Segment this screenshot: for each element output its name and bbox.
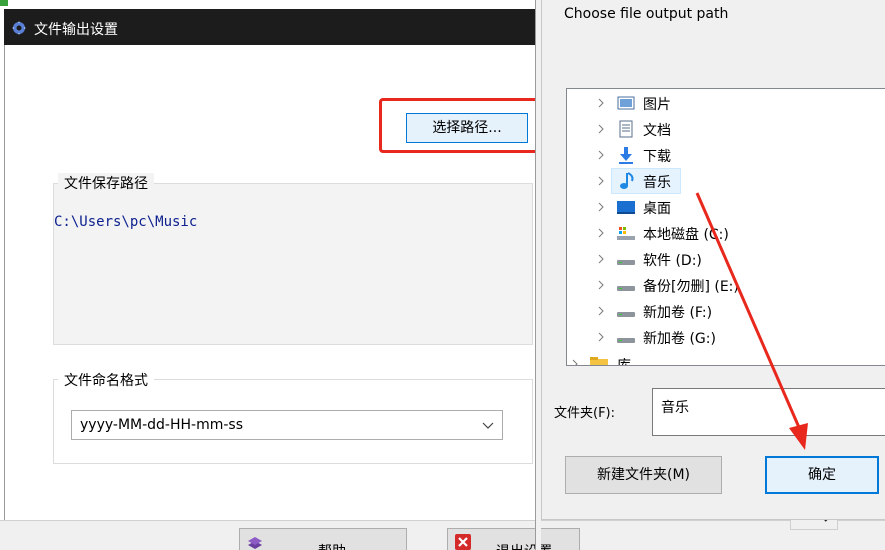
choose-folder-dialog: Choose file output path 图片 文档 下载 音乐 桌面 本…: [541, 0, 885, 520]
tree-item-label: 文档: [643, 123, 671, 139]
tree-item-drive-g[interactable]: 新加卷 (G:): [567, 324, 885, 350]
drive-icon: [617, 338, 635, 343]
chevron-right-icon: [598, 280, 604, 290]
music-icon: [620, 172, 634, 189]
bottom-toolbar: [0, 520, 885, 550]
chevron-right-icon: [598, 176, 604, 186]
chevron-right-icon: [598, 254, 604, 264]
downloads-icon: [619, 147, 633, 164]
help-book-icon: [248, 537, 262, 549]
tree-item-label: 图片: [643, 97, 671, 113]
chevron-down-icon: [482, 422, 494, 429]
folder-name-input[interactable]: 音乐: [652, 388, 885, 436]
chevron-right-icon: [598, 150, 604, 160]
chevron-right-icon: [598, 202, 604, 212]
tree-item-drive-c[interactable]: 本地磁盘 (C:): [567, 220, 885, 246]
drive-icon: [617, 286, 635, 291]
exit-settings-button[interactable]: 退出设置: [447, 528, 580, 550]
tree-item-label: 音乐: [643, 175, 671, 191]
naming-format-value: yyyy-MM-dd-HH-mm-ss: [80, 417, 244, 433]
pictures-icon: [617, 96, 635, 110]
help-button-label: 帮助: [318, 541, 346, 550]
drive-icon: [617, 260, 635, 265]
exit-button-label: 退出设置: [496, 541, 552, 550]
ok-button[interactable]: 确定: [765, 456, 879, 494]
highlight-box: [379, 98, 545, 153]
tree-item-desktop[interactable]: 桌面: [567, 194, 885, 220]
chevron-right-icon: [598, 332, 604, 342]
chevron-right-icon: [598, 228, 604, 238]
tree-item-pictures[interactable]: 图片: [567, 90, 885, 116]
naming-format-dropdown[interactable]: yyyy-MM-dd-HH-mm-ss: [71, 410, 503, 440]
title-bar: 文件输出设置: [4, 9, 542, 45]
window-title: 文件输出设置: [34, 22, 118, 38]
system-drive-icon: [617, 227, 635, 240]
dialog-title: Choose file output path: [564, 6, 729, 22]
chevron-right-icon: [598, 306, 604, 316]
tree-item-label: 下载: [643, 149, 671, 165]
chevron-right-icon: [598, 98, 604, 108]
folder-field-label: 文件夹(F):: [554, 406, 616, 421]
tree-item-label: 本地磁盘 (C:): [643, 227, 729, 243]
settings-gear-icon: [12, 21, 26, 35]
tree-item-music[interactable]: 音乐: [567, 168, 885, 194]
tree-item-downloads[interactable]: 下载: [567, 142, 885, 168]
tree-item-drive-f[interactable]: 新加卷 (F:): [567, 298, 885, 324]
help-button[interactable]: 帮助: [239, 528, 407, 550]
app-taskbar-marker: [0, 0, 8, 6]
desktop-icon: [617, 201, 635, 214]
tree-item-label: 备份[勿删] (E:): [643, 279, 739, 295]
folder-name-value: 音乐: [661, 400, 689, 416]
chevron-right-icon: [598, 124, 604, 134]
save-path-group: [53, 183, 533, 345]
tree-item-drive-d[interactable]: 软件 (D:): [567, 246, 885, 272]
tree-item-library[interactable]: 库: [567, 351, 885, 366]
tree-item-label: 软件 (D:): [643, 253, 702, 269]
tree-item-label: 桌面: [643, 201, 671, 217]
library-icon: [590, 357, 608, 365]
tree-item-label: 新加卷 (G:): [643, 331, 716, 347]
drive-icon: [617, 312, 635, 317]
save-path-group-label: 文件保存路径: [58, 173, 154, 193]
tree-item-label: 库: [617, 358, 631, 366]
tree-item-label: 新加卷 (F:): [643, 305, 713, 321]
documents-icon: [619, 120, 633, 138]
save-path-value: C:\Users\pc\Music: [54, 214, 198, 230]
chevron-right-icon: [572, 359, 578, 365]
close-icon: [455, 534, 471, 550]
tree-item-drive-e[interactable]: 备份[勿删] (E:): [567, 272, 885, 298]
tree-item-documents[interactable]: 文档: [567, 116, 885, 142]
naming-format-group-label: 文件命名格式: [58, 370, 154, 390]
new-folder-button[interactable]: 新建文件夹(M): [565, 456, 722, 494]
folder-tree[interactable]: 图片 文档 下载 音乐 桌面 本地磁盘 (C:) 软件 (D:) 备份[勿删] …: [566, 88, 885, 366]
